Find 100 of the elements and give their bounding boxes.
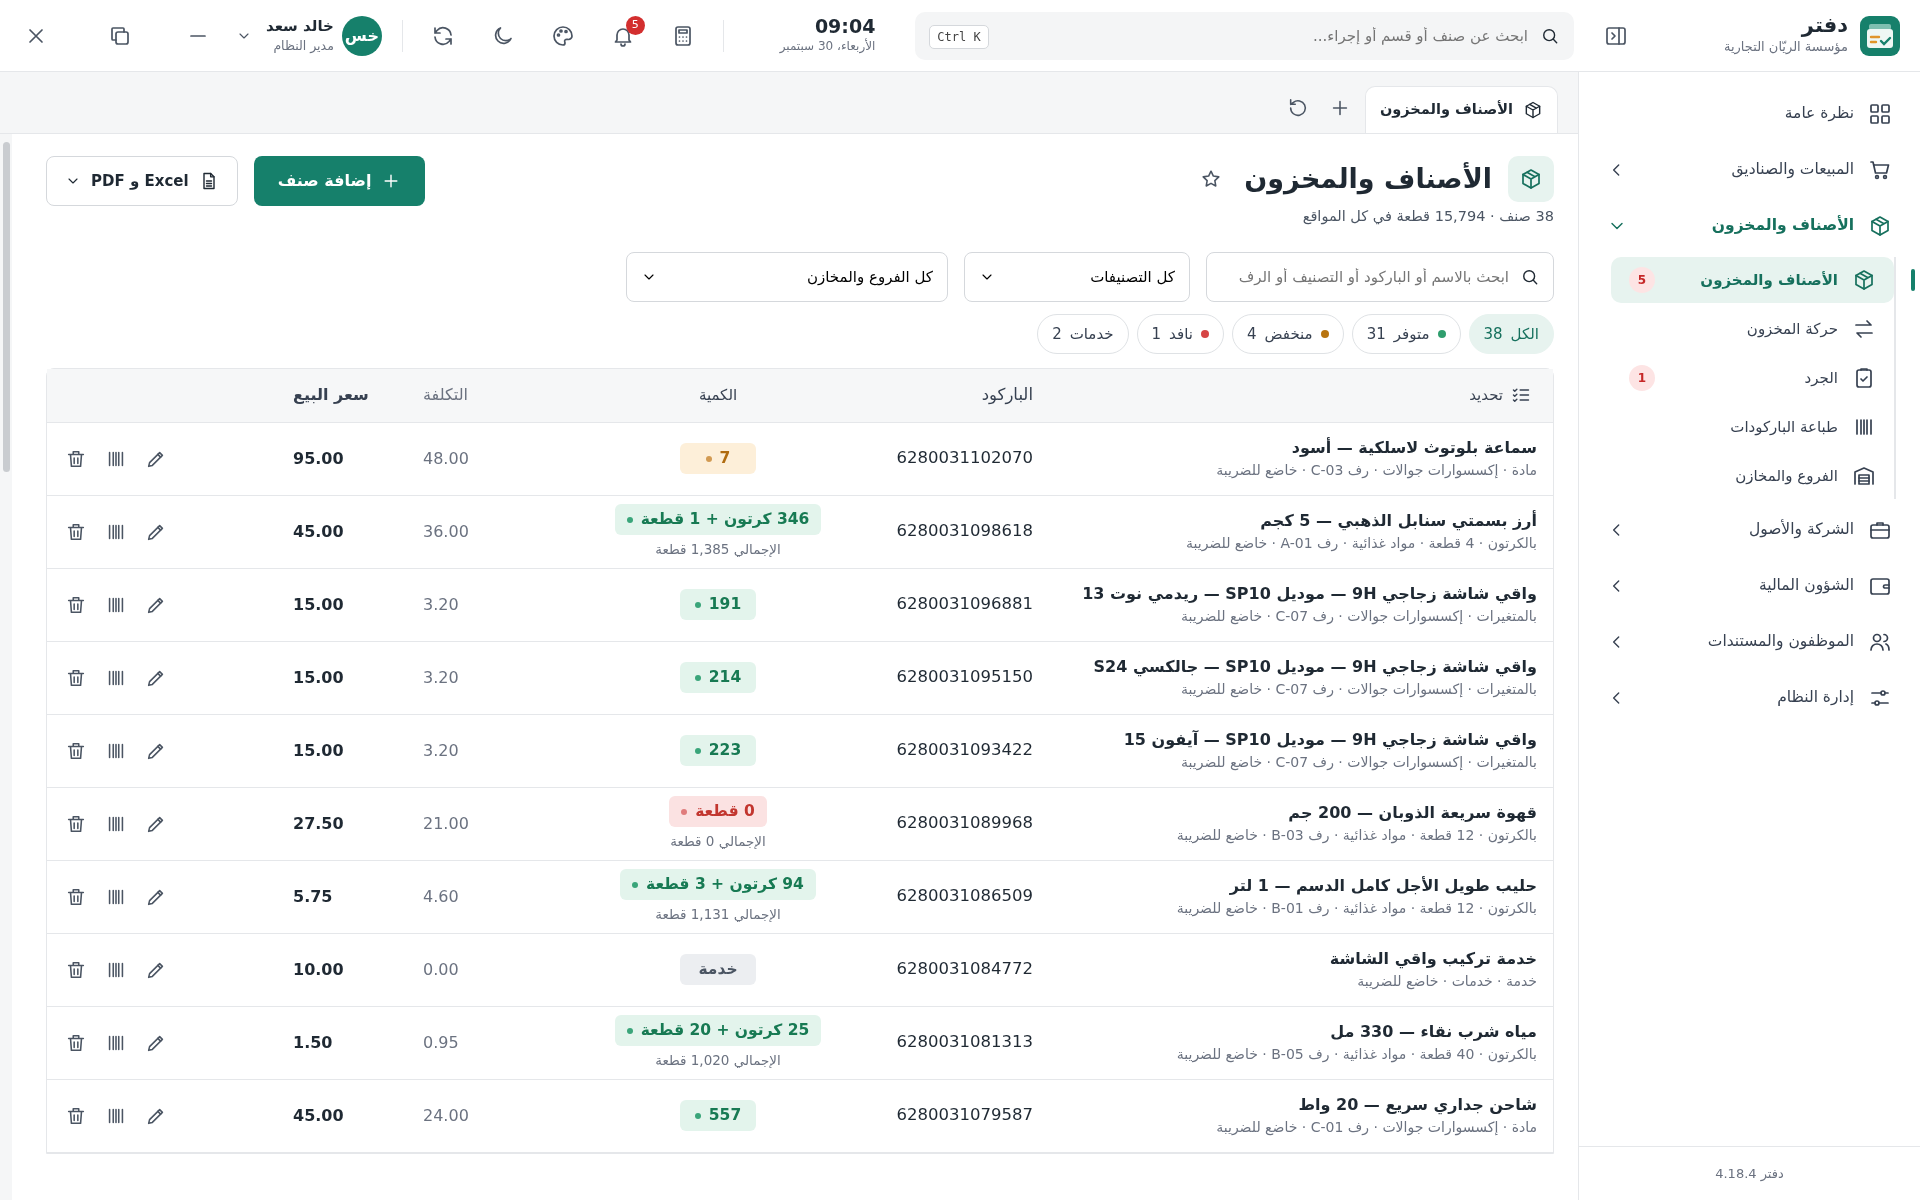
quantity-badge: 0 قطعة bbox=[669, 796, 767, 828]
branch-select[interactable]: كل الفروع والمخازن bbox=[626, 251, 948, 302]
palette-icon bbox=[550, 23, 575, 48]
version-label: دفتر 4.18.4 bbox=[1579, 1146, 1920, 1200]
cost-cell: 3.20 bbox=[423, 594, 459, 614]
quantity-badge: 7 bbox=[680, 443, 756, 475]
item-name: شاحن جداري سريع — 20 واط bbox=[1297, 1094, 1537, 1117]
sidebar-item[interactable]: إدارة النظام bbox=[1593, 670, 1906, 726]
app-name: دفتر bbox=[1800, 14, 1848, 38]
quantity-badge: 25 كرتون + 20 قطعة bbox=[614, 1015, 822, 1047]
sidebar-item[interactable]: الأصناف والمخزون bbox=[1593, 198, 1906, 254]
cost-cell: 3.20 bbox=[423, 667, 459, 687]
page-tab[interactable]: الأصناف والمخزون bbox=[1364, 86, 1558, 133]
minimize-icon bbox=[190, 34, 206, 37]
user-name: خالد سعد bbox=[266, 15, 334, 37]
quantity-badge: 223 bbox=[680, 735, 756, 767]
column-header: التكلفة bbox=[423, 385, 468, 405]
item-details: بالكرتون · 12 قطعة · مواد غذائية · رف B-03 · خاضع للضريبة bbox=[1175, 826, 1537, 846]
item-details: مادة · إكسسوارات جوالات · رف C-01 · خاضع للضريبة bbox=[1215, 1118, 1537, 1138]
clock-date: الأربعاء، 30 سبتمبر bbox=[779, 37, 876, 55]
price-cell: 45.00 bbox=[293, 1105, 344, 1125]
item-details: بالمتغيرات · إكسسوارات جوالات · رف C-07 · خاضع للضريبة bbox=[1180, 753, 1537, 773]
sidebar-subitem[interactable]: طباعة الباركودات bbox=[1611, 404, 1894, 450]
barcode-cell: 6280031089968 bbox=[896, 813, 1033, 833]
sidebar-item[interactable]: نظرة عامة bbox=[1593, 86, 1906, 142]
item-name: قهوة سريعة الذوبان — 200 جم bbox=[1287, 802, 1537, 825]
item-details: بالمتغيرات · إكسسوارات جوالات · رف C-07 · خاضع للضريبة bbox=[1180, 680, 1537, 700]
quantity-badge: 557 bbox=[680, 1100, 756, 1132]
count-badge: 5 bbox=[1629, 267, 1655, 293]
item-name: مياه شرب نقاء — 330 مل bbox=[1329, 1021, 1537, 1044]
price-cell: 15.00 bbox=[293, 667, 344, 687]
item-details: بالكرتون · 40 قطعة · مواد غذائية · رف B-05 · خاضع للضريبة bbox=[1175, 1045, 1537, 1065]
quantity-badge: 191 bbox=[680, 589, 756, 621]
price-cell: 5.75 bbox=[293, 886, 333, 906]
cost-cell: 4.60 bbox=[423, 886, 459, 906]
clock-time: 09:04 bbox=[814, 16, 876, 37]
price-cell: 95.00 bbox=[293, 448, 344, 468]
item-name: سماعة بلوتوث لاسلكية — أسود bbox=[1290, 436, 1537, 460]
price-cell: 1.50 bbox=[293, 1032, 333, 1052]
quantity-badge: خدمة bbox=[680, 954, 756, 986]
company-name: مؤسسة الريّان التجارية bbox=[1723, 38, 1848, 57]
sidebar-subitem[interactable]: حركة المخزون bbox=[1611, 306, 1894, 352]
warehouse-icon bbox=[1852, 464, 1876, 488]
quantity-badge: 214 bbox=[680, 662, 756, 694]
sidebar-item[interactable]: المبيعات والصناديق bbox=[1593, 142, 1906, 198]
swap-arrows-icon bbox=[1852, 317, 1876, 341]
barcode-cell: 6280031079587 bbox=[896, 1105, 1033, 1125]
item-details: بالكرتون · 12 قطعة · مواد غذائية · رف B-01 · خاضع للضريبة bbox=[1175, 899, 1537, 919]
box-icon bbox=[1523, 100, 1543, 121]
quantity-badge: 346 كرتون + 1 قطعة bbox=[614, 504, 822, 536]
page-subtitle: 38 صنف · 15,794 قطعة في كل المواقع bbox=[1301, 207, 1554, 227]
cost-cell: 21.00 bbox=[423, 813, 469, 833]
barcode-cell: 6280031093422 bbox=[896, 740, 1033, 760]
item-details: خدمة · خدمات · خاضع للضريبة bbox=[1356, 972, 1537, 992]
barcode-cell: 6280031086509 bbox=[896, 886, 1033, 906]
item-details: مادة · إكسسوارات جوالات · رف C-03 · خاضع للضريبة bbox=[1215, 461, 1537, 481]
sidebar-item[interactable]: الشركة والأصول bbox=[1593, 502, 1906, 558]
quantity-total: الإجمالي 1,131 قطعة bbox=[655, 905, 781, 925]
notification-count: 5 bbox=[625, 15, 645, 35]
sidebar-item[interactable]: الموظفون والمستندات bbox=[1593, 614, 1906, 670]
select-toggle[interactable]: تحديد bbox=[1463, 378, 1537, 413]
item-name: أرز بسمتي سنابل الذهبي — 5 كجم bbox=[1259, 509, 1537, 533]
box-icon bbox=[1852, 268, 1876, 292]
barcode-cell: 6280031081313 bbox=[896, 1032, 1033, 1052]
app-logo bbox=[1860, 15, 1900, 56]
price-cell: 10.00 bbox=[293, 959, 344, 979]
item-name: خدمة تركيب واقي الشاشة bbox=[1328, 948, 1537, 971]
user-avatar: خس bbox=[341, 15, 382, 56]
item-details: بالمتغيرات · إكسسوارات جوالات · رف C-07 · خاضع للضريبة bbox=[1180, 607, 1537, 627]
shortcut-key: Ctrl K bbox=[929, 24, 989, 49]
item-details: بالكرتون · 4 قطعة · مواد غذائية · رف A-01 · خاضع للضريبة bbox=[1185, 534, 1537, 554]
item-name: واقي شاشة زجاجي 9H — موديل SP10 — ريدمي نوت 13 bbox=[1081, 583, 1537, 606]
count-badge: 1 bbox=[1629, 365, 1655, 391]
column-header: الباركود bbox=[981, 384, 1033, 404]
add-item-button[interactable]: إضافة صنف bbox=[253, 156, 426, 206]
item-name: واقي شاشة زجاجي 9H — موديل SP10 — جالكسي S24 bbox=[1092, 656, 1537, 679]
cost-cell: 48.00 bbox=[423, 448, 469, 468]
barcode-cell: 6280031096881 bbox=[896, 594, 1033, 614]
user-role: مدير النظام bbox=[272, 37, 334, 56]
cost-cell: 0.00 bbox=[423, 959, 459, 979]
cost-cell: 0.95 bbox=[423, 1032, 459, 1052]
price-cell: 45.00 bbox=[293, 521, 344, 541]
category-select[interactable]: كل التصنيفات bbox=[964, 251, 1190, 302]
item-name: حليب طويل الأجل كامل الدسم — 1 لتر bbox=[1228, 875, 1537, 898]
sidebar-subitem[interactable]: الفروع والمخازن bbox=[1611, 453, 1894, 499]
page-title: الأصناف والمخزون bbox=[1244, 161, 1492, 197]
quantity-badge: 94 كرتون + 3 قطعة bbox=[620, 869, 816, 901]
cost-cell: 36.00 bbox=[423, 521, 469, 541]
barcode-cell: 6280031102070 bbox=[896, 448, 1033, 468]
box-icon bbox=[1868, 214, 1892, 238]
column-header: الكمية bbox=[698, 385, 738, 406]
export-button[interactable]: Excel و PDF bbox=[46, 156, 238, 206]
item-name: واقي شاشة زجاجي 9H — موديل SP10 — آيفون 15 bbox=[1122, 729, 1537, 752]
sidebar-item[interactable]: الشؤون المالية bbox=[1593, 558, 1906, 614]
price-cell: 15.00 bbox=[293, 594, 344, 614]
box-icon bbox=[1519, 167, 1543, 191]
price-cell: 27.50 bbox=[293, 813, 344, 833]
cost-cell: 3.20 bbox=[423, 740, 459, 760]
quantity-total: الإجمالي 1,020 قطعة bbox=[655, 1051, 781, 1071]
quantity-total: الإجمالي 0 قطعة bbox=[670, 832, 766, 852]
